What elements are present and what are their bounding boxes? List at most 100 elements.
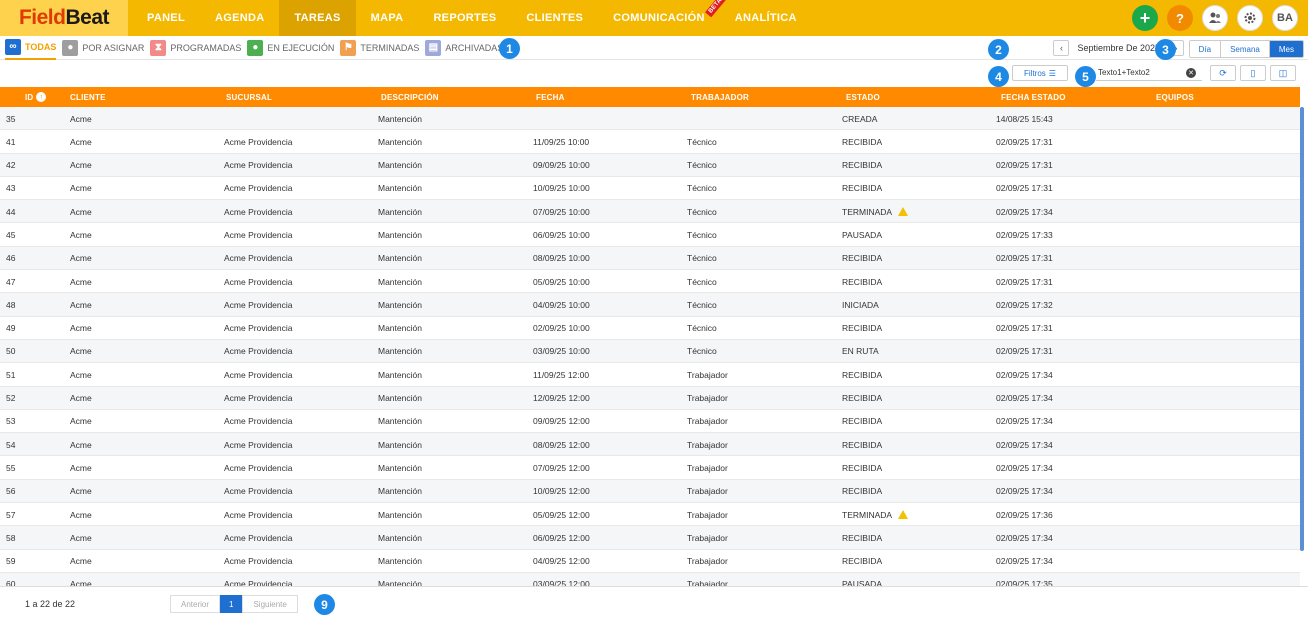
hourglass-icon: ⧗ [150,39,167,56]
cell-sucursal: Acme Providencia [224,550,293,573]
cell-fecha-estado-text: 02/09/25 17:34 [996,369,1053,380]
vertical-scrollbar[interactable] [1300,107,1304,551]
column-header-fecha[interactable]: FECHA [536,87,565,107]
column-header-equipos[interactable]: EQUIPOS [1156,87,1194,107]
table-row[interactable]: 44 Acme Acme Providencia Mantención 07/09/25… [0,200,1300,224]
table-row[interactable]: 42 Acme Acme Providencia Mantención 09/09/25… [0,153,1300,177]
column-header-sucursal[interactable]: SUCURSAL [226,87,272,107]
tab-archivadas-label: ARCHIVADAS [445,42,504,53]
cell-fecha-text: 06/09/25 12:00 [533,532,590,543]
cell-cliente: Acme [70,270,92,293]
table-row[interactable]: 56 Acme Acme Providencia Mantención 10/09/25… [0,479,1300,504]
table-row[interactable]: 46 Acme Acme Providencia Mantención 08/09/25… [0,246,1300,271]
prev-month-button[interactable]: ‹ [1053,40,1070,56]
column-header-trabajador[interactable]: TRABAJADOR [691,87,749,107]
tab-programadas[interactable]: ⧗ PROGRAMADAS [150,36,241,60]
table-row[interactable]: 48 Acme Acme Providencia Mantención 04/09/25… [0,293,1300,317]
tab-todas[interactable]: ∞ TODAS [5,36,57,60]
table-row[interactable]: 59 Acme Acme Providencia Mantención 04/09/25… [0,550,1300,573]
cell-sucursal-text: Acme Providencia [224,556,293,567]
cell-estado-text: RECIBIDA [842,183,883,194]
cell-fecha-estado: 02/09/25 17:31 [996,130,1053,153]
filters-button[interactable]: Filtros ☰ [1012,65,1068,81]
column-header-cliente[interactable]: CLIENTE [70,87,106,107]
table-row[interactable]: 51 Acme Acme Providencia Mantención 11/09/25… [0,363,1300,387]
cell-id: 44 [6,200,15,223]
table-row[interactable]: 60 Acme Acme Providencia Mantención 03/09/25… [0,572,1300,586]
cell-descripcion: Mantención [378,573,422,586]
page-number-button[interactable]: 1 [220,595,243,613]
settings-gear-icon[interactable] [1237,5,1263,31]
nav-item-comunicacion[interactable]: COMUNICACIÓN [598,0,720,36]
columns-button[interactable]: ◫ [1270,65,1296,81]
view-day-button[interactable]: Día [1189,41,1222,57]
nav-item-reportes[interactable]: REPORTES [418,0,511,36]
cell-estado: TERMINADA [842,200,909,223]
help-button[interactable]: ? [1167,5,1193,31]
tab-en-ejecucion[interactable]: ● EN EJECUCIÓN [247,36,334,60]
clear-search-icon[interactable]: ✕ [1186,68,1196,78]
table-row[interactable]: 50 Acme Acme Providencia Mantención 03/09/25… [0,339,1300,364]
nav-item-tareas[interactable]: TAREAS [279,0,356,36]
cell-trabajador: Trabajador [687,410,728,433]
tab-por-asignar[interactable]: ● POR ASIGNAR [62,36,144,60]
table-row[interactable]: 52 Acme Acme Providencia Mantención 12/09/25… [0,386,1300,410]
cell-descripcion: Mantención [378,480,422,503]
table-row[interactable]: 47 Acme Acme Providencia Mantención 05/09/25… [0,270,1300,294]
export-button[interactable]: ▯ [1240,65,1266,81]
nav-item-panel[interactable]: PANEL [132,0,200,36]
cell-descripcion-text: Mantención [378,136,422,147]
table-row[interactable]: 54 Acme Acme Providencia Mantención 08/09/25… [0,433,1300,457]
table-row[interactable]: 53 Acme Acme Providencia Mantención 09/09/25… [0,410,1300,434]
previous-page-button[interactable]: Anterior [170,595,221,613]
cell-descripcion-text: Mantención [378,416,422,427]
user-avatar[interactable]: BA [1272,5,1298,31]
table-row[interactable]: 55 Acme Acme Providencia Mantención 07/09/25… [0,456,1300,480]
cell-estado: PAUSADA [842,573,882,586]
cell-id: 46 [6,247,15,270]
table-row[interactable]: 43 Acme Acme Providencia Mantención 10/09/25… [0,177,1300,201]
cell-sucursal-text: Acme Providencia [224,509,293,520]
refresh-button[interactable]: ⟳ [1210,65,1236,81]
cell-cliente: Acme [70,456,92,479]
cell-trabajador: Trabajador [687,480,728,503]
cell-estado-text: RECIBIDA [842,136,883,147]
cell-id: 45 [6,223,15,246]
cell-trabajador-text: Trabajador [687,416,728,427]
nav-item-analitica[interactable]: BETA ANALÍTICA [704,0,812,36]
cell-fecha-estado: 02/09/25 17:33 [996,223,1053,246]
nav-item-agenda[interactable]: AGENDA [200,0,279,36]
nav-item-mapa[interactable]: MAPA [356,0,419,36]
cell-sucursal: Acme Providencia [224,293,293,316]
nav-item-clientes[interactable]: CLIENTES [511,0,598,36]
logo[interactable]: FieldBeat [0,0,128,36]
cell-sucursal: Acme Providencia [224,456,293,479]
cell-sucursal: Acme Providencia [224,247,293,270]
next-page-button[interactable]: Siguiente [242,595,298,613]
tab-archivadas[interactable]: ▤ ARCHIVADAS [425,36,503,60]
column-header-id[interactable]: ID ↑ [25,87,47,107]
table-row[interactable]: 35 Acme Mantención CREADA 14/08/25 15:43 [0,107,1300,131]
table-row[interactable]: 45 Acme Acme Providencia Mantención 06/09/25… [0,223,1300,247]
cell-estado: RECIBIDA [842,317,882,340]
cell-cliente-text: Acme [70,346,92,357]
cell-descripcion-text: Mantención [378,276,422,287]
column-header-fecha-estado[interactable]: FECHA ESTADO [1001,87,1066,107]
document-icon: ▯ [1250,67,1256,78]
table-row[interactable]: 41 Acme Acme Providencia Mantención 11/09/25… [0,130,1300,154]
table-body: 35 Acme Mantención CREADA 14/08/25 15:43 41 Ac… [0,107,1300,586]
cell-id-text: 46 [6,253,16,264]
view-week-button[interactable]: Semana [1221,41,1270,57]
column-header-estado[interactable]: ESTADO [846,87,880,107]
table-row[interactable]: 58 Acme Acme Providencia Mantención 06/09/25… [0,526,1300,550]
view-month-button[interactable]: Mes [1269,41,1303,57]
users-icon[interactable] [1202,5,1228,31]
table-row[interactable]: 49 Acme Acme Providencia Mantención 02/09/25… [0,317,1300,340]
cell-cliente: Acme [70,223,92,246]
add-button[interactable]: + [1132,5,1158,31]
cell-cliente: Acme [70,247,92,270]
tab-terminadas[interactable]: ⚑ TERMINADAS [340,36,419,60]
cell-sucursal-text: Acme Providencia [224,276,293,287]
column-header-descripcion[interactable]: DESCRIPCIÓN [381,87,439,107]
table-row[interactable]: 57 Acme Acme Providencia Mantención 05/09/25… [0,503,1300,527]
